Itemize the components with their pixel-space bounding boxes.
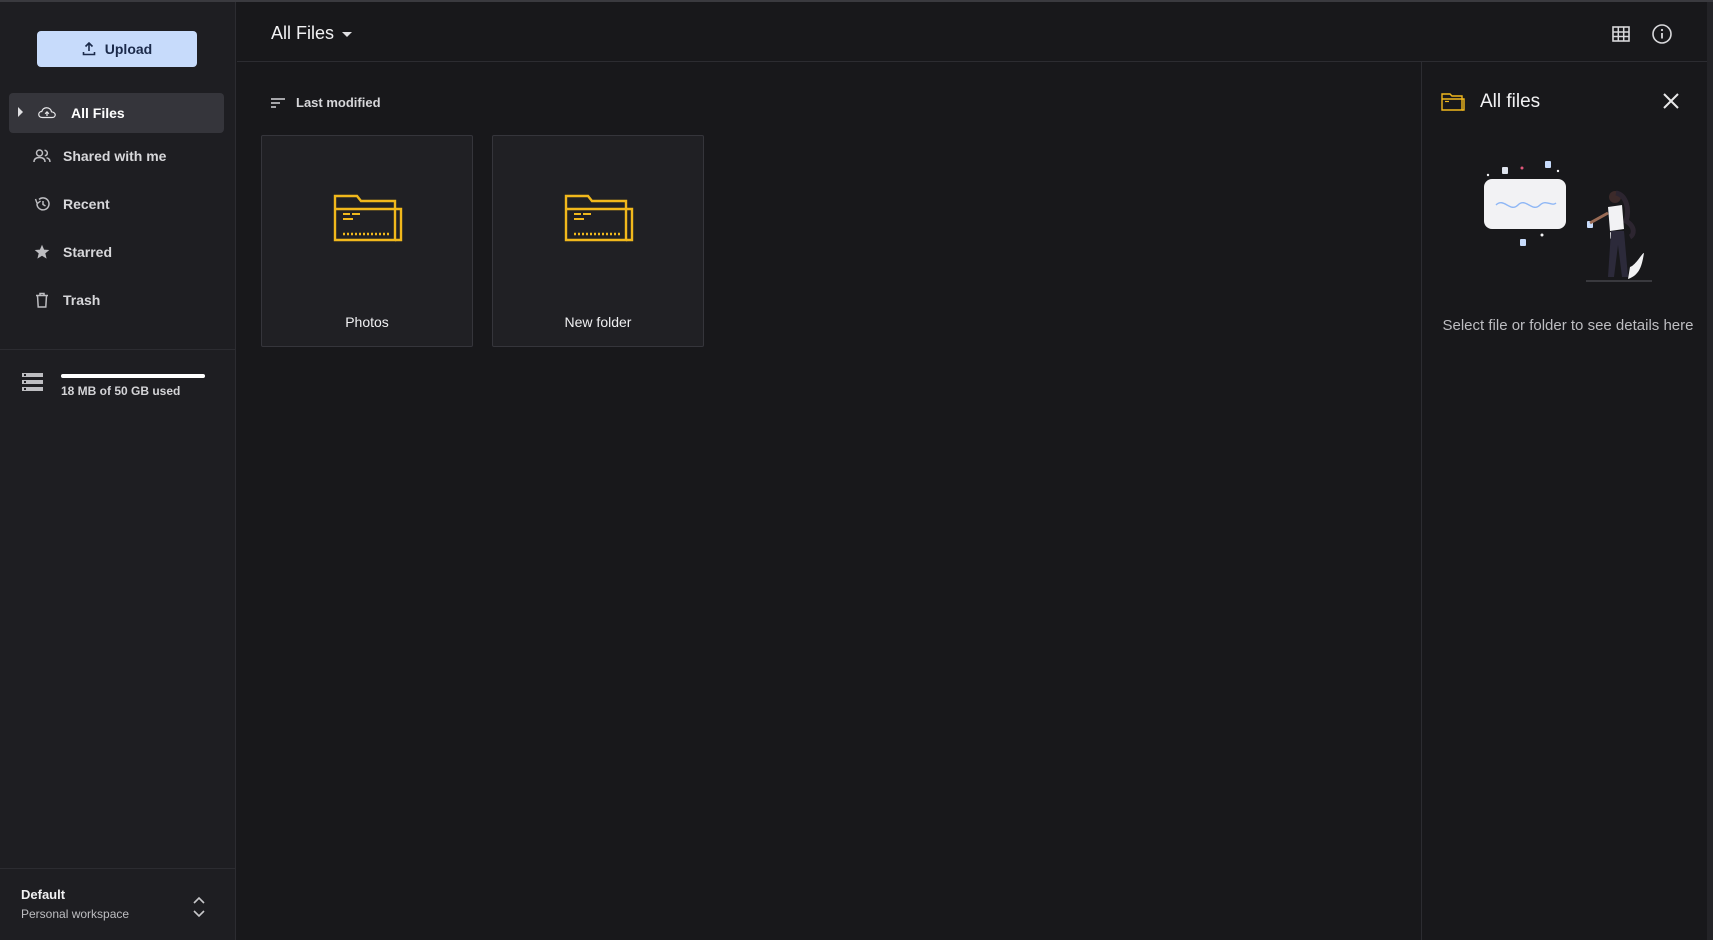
sidebar: Upload All Files Shared with me Recent S… — [0, 2, 236, 940]
sort-control[interactable]: Last modified — [270, 95, 381, 110]
sidebar-item-label: Shared with me — [63, 148, 167, 164]
folder-title-dropdown[interactable]: All Files — [271, 23, 353, 44]
workspace-name: Default — [21, 887, 66, 902]
sort-label: Last modified — [296, 95, 381, 110]
folder-icon — [564, 194, 634, 242]
history-icon — [33, 196, 51, 212]
sidebar-item-label: Trash — [63, 292, 101, 308]
folder-name: Photos — [345, 314, 389, 330]
storage-usage-fill — [61, 374, 205, 378]
details-title: All files — [1480, 91, 1541, 112]
top-bar: All Files — [237, 2, 1713, 62]
info-icon[interactable] — [1651, 23, 1673, 45]
expand-caret-icon[interactable] — [18, 107, 23, 117]
star-icon — [33, 244, 51, 260]
sidebar-item-label: All Files — [71, 105, 125, 121]
upload-icon — [82, 42, 96, 56]
sidebar-item-recent[interactable]: Recent — [9, 184, 224, 224]
page-title: All Files — [271, 23, 335, 43]
trash-icon — [33, 292, 51, 308]
chevron-down-icon — [342, 32, 353, 37]
scrollbar[interactable] — [1707, 2, 1713, 940]
sort-icon — [271, 97, 285, 108]
sidebar-item-starred[interactable]: Starred — [9, 232, 224, 272]
upload-button[interactable]: Upload — [37, 31, 197, 67]
grid-view-icon[interactable] — [1610, 23, 1632, 45]
sidebar-divider — [0, 349, 236, 350]
storage-usage-bar — [61, 374, 205, 378]
cloud-upload-icon — [38, 105, 56, 121]
empty-state-message: Select file or folder to see details her… — [1442, 317, 1694, 334]
folder-icon — [333, 194, 403, 242]
storage-icon — [22, 373, 43, 391]
upload-button-label: Upload — [104, 41, 153, 57]
sidebar-divider — [0, 868, 236, 869]
folder-icon — [1441, 93, 1465, 111]
folder-name: New folder — [564, 314, 632, 330]
close-icon[interactable] — [1662, 92, 1680, 110]
sidebar-item-label: Recent — [63, 196, 110, 212]
storage-usage-text: 18 MB of 50 GB used — [61, 384, 181, 398]
empty-state-illustration — [1484, 161, 1652, 282]
workspace-switcher-icon[interactable] — [192, 895, 206, 919]
details-panel: All files Select file or folder to see d… — [1421, 62, 1713, 940]
sidebar-item-label: Starred — [63, 244, 113, 260]
workspace-type: Personal workspace — [21, 907, 130, 921]
sidebar-item-shared-with-me[interactable]: Shared with me — [9, 136, 224, 176]
folder-card-new-folder[interactable]: New folder — [492, 135, 704, 347]
folder-card-photos[interactable]: Photos — [261, 135, 473, 347]
sidebar-item-trash[interactable]: Trash — [9, 280, 224, 320]
people-icon — [33, 148, 51, 164]
sidebar-item-all-files[interactable]: All Files — [9, 93, 224, 133]
